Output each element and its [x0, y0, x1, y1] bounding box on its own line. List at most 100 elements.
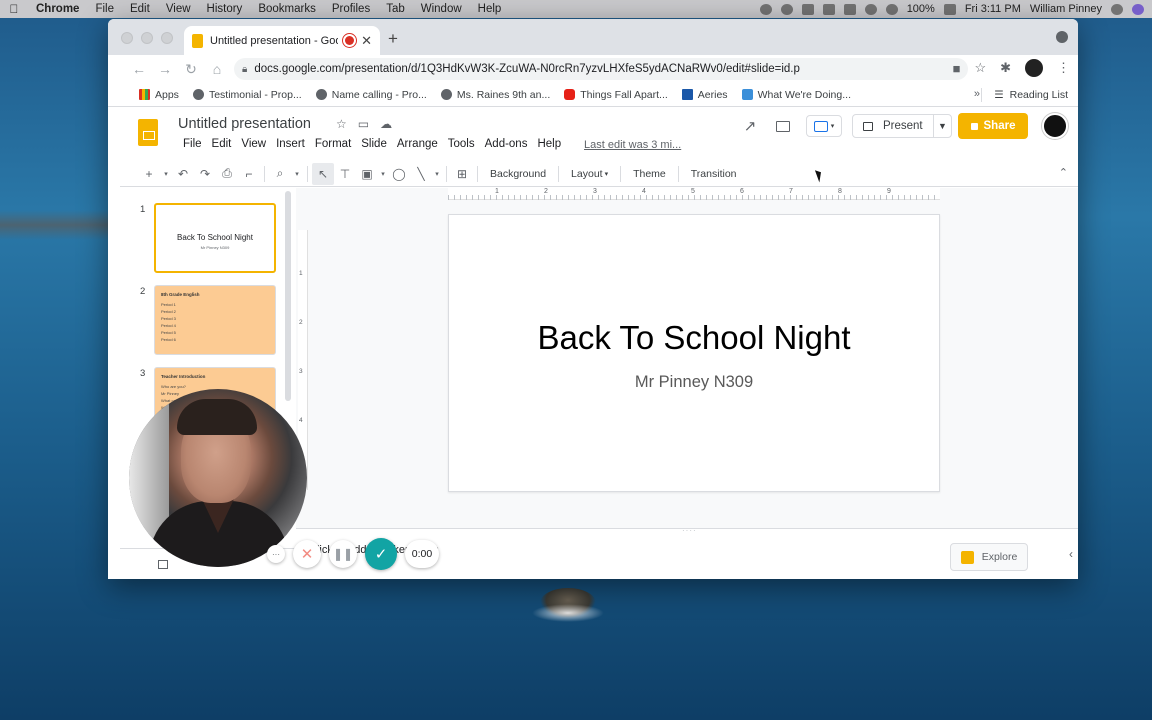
move-folder-icon[interactable]: ▭ — [358, 117, 369, 131]
shape-icon[interactable]: ◯ — [388, 163, 410, 185]
bookmark-name-calling[interactable]: Name calling - Pro... — [309, 89, 434, 101]
image-icon[interactable]: ▣ — [356, 163, 378, 185]
line-dropdown-icon[interactable]: ▾ — [432, 163, 442, 185]
bookmark-star-icon[interactable]: ☆ — [974, 60, 986, 76]
new-slide-dropdown-icon[interactable]: ▾ — [160, 163, 172, 185]
reload-icon[interactable]: ↻ — [178, 61, 204, 78]
slide-subtitle[interactable]: Mr Pinney N309 — [449, 373, 939, 392]
bookmark-ms-raines[interactable]: Ms. Raines 9th an... — [434, 89, 557, 101]
home-icon[interactable]: ⌂ — [204, 61, 230, 77]
profile-avatar[interactable] — [1025, 59, 1043, 77]
new-slide-icon[interactable]: + — [138, 163, 160, 185]
bookmark-what-were-doing[interactable]: What We're Doing... — [735, 89, 858, 101]
background-button[interactable]: Background — [482, 163, 554, 185]
menu-arrange[interactable]: Arrange — [392, 138, 443, 150]
menu-slide[interactable]: Slide — [356, 138, 392, 150]
shield-icon[interactable] — [843, 3, 856, 15]
menubar-history[interactable]: History — [199, 3, 251, 15]
microphone-icon[interactable] — [759, 3, 772, 15]
select-cursor-icon[interactable]: ↖ — [312, 162, 334, 185]
slide-thumbnail-2[interactable]: 8th Grade English Period 1 Period 2 Peri… — [154, 285, 276, 355]
theme-button[interactable]: Theme — [625, 163, 674, 185]
dropbox-icon[interactable] — [822, 3, 835, 15]
tab-search-icon[interactable] — [1056, 31, 1068, 43]
paint-format-icon[interactable]: ⌐ — [238, 163, 260, 185]
reading-list-button[interactable]: ☰ Reading List — [981, 88, 1068, 102]
explore-button[interactable]: Explore — [950, 543, 1028, 571]
cloud-status-icon[interactable]: ☁ — [380, 117, 392, 131]
undo-icon[interactable]: ↶ — [172, 163, 194, 185]
menubar-user[interactable]: William Pinney — [1030, 3, 1102, 15]
horizontal-ruler[interactable]: 1 2 3 4 5 6 7 8 9 — [448, 188, 940, 200]
star-icon[interactable]: ☆ — [336, 117, 347, 131]
bluetooth-icon[interactable] — [864, 3, 877, 15]
text-box-icon[interactable]: ⊤ — [334, 163, 356, 185]
menu-tools[interactable]: Tools — [443, 138, 480, 150]
layout-button[interactable]: Layout ▾ — [563, 163, 616, 185]
meet-present-button[interactable]: ▾ — [806, 115, 842, 137]
menubar-window[interactable]: Window — [413, 3, 470, 15]
comment-history-icon[interactable] — [776, 120, 790, 132]
bookmark-apps[interactable]: Apps — [132, 89, 186, 101]
menubar-tab[interactable]: Tab — [378, 3, 413, 15]
kebab-menu-icon[interactable]: ⋮ — [1057, 60, 1070, 76]
filmstrip-scrollbar[interactable] — [285, 191, 291, 401]
back-icon[interactable]: ← — [126, 61, 152, 77]
menu-edit[interactable]: Edit — [207, 138, 237, 150]
lock-icon[interactable]: 🔒︎ — [242, 64, 247, 75]
cancel-recording-icon[interactable]: ✕ — [293, 540, 321, 568]
document-title[interactable]: Untitled presentation — [178, 116, 311, 132]
creative-cloud-icon[interactable] — [780, 3, 793, 15]
tools-icon[interactable] — [801, 3, 814, 15]
zoom-window-button[interactable] — [161, 32, 173, 44]
menubar-clock[interactable]: Fri 3:11 PM — [965, 3, 1021, 15]
activity-trend-icon[interactable]: ↗ — [730, 117, 770, 135]
print-icon[interactable]: ⎙ — [216, 163, 238, 185]
more-options-icon[interactable]: ··· — [267, 545, 285, 563]
battery-icon[interactable] — [943, 3, 956, 15]
menubar-view[interactable]: View — [158, 3, 199, 15]
line-icon[interactable]: ╲ — [410, 163, 432, 185]
side-panel-chevron-icon[interactable]: ‹ — [1069, 547, 1073, 561]
current-slide[interactable]: Back To School Night Mr Pinney N309 — [448, 214, 940, 492]
extensions-icon[interactable]: ✱ — [1000, 60, 1011, 76]
menu-format[interactable]: Format — [310, 138, 356, 150]
account-avatar[interactable] — [1042, 113, 1068, 139]
share-button[interactable]: Share — [958, 113, 1028, 139]
close-window-button[interactable] — [121, 32, 133, 44]
pause-recording-icon[interactable]: ❚❚ — [329, 540, 357, 568]
forward-icon[interactable]: → — [152, 61, 178, 77]
battery-percent[interactable]: 100% — [907, 3, 935, 15]
menu-view[interactable]: View — [236, 138, 271, 150]
menubar-bookmarks[interactable]: Bookmarks — [250, 3, 324, 15]
siri-icon[interactable] — [1132, 3, 1144, 15]
new-tab-button[interactable]: + — [388, 29, 398, 49]
slides-logo[interactable] — [138, 119, 158, 146]
menubar-app-name[interactable]: Chrome — [28, 3, 87, 15]
transition-button[interactable]: Transition — [683, 163, 745, 185]
menu-add-ons[interactable]: Add-ons — [480, 138, 533, 150]
bookmark-things-fall-apart[interactable]: Things Fall Apart... — [557, 89, 675, 101]
camera-icon[interactable]: ■ — [953, 61, 961, 76]
slide-title[interactable]: Back To School Night — [449, 319, 939, 357]
menu-help[interactable]: Help — [532, 138, 566, 150]
add-comment-icon[interactable]: ⊞ — [451, 163, 473, 185]
finish-recording-icon[interactable]: ✓ — [365, 538, 397, 570]
last-edit-link[interactable]: Last edit was 3 mi... — [584, 139, 681, 151]
menu-file[interactable]: File — [178, 138, 207, 150]
image-dropdown-icon[interactable]: ▾ — [378, 163, 388, 185]
address-bar[interactable]: 🔒︎ docs.google.com/presentation/d/1Q3HdK… — [234, 58, 968, 80]
close-tab-icon[interactable]: ✕ — [361, 33, 372, 49]
redo-icon[interactable]: ↷ — [194, 163, 216, 185]
menubar-edit[interactable]: Edit — [122, 3, 158, 15]
present-dropdown-icon[interactable]: ▼ — [933, 114, 951, 138]
zoom-dropdown-icon[interactable]: ▾ — [291, 163, 303, 185]
menubar-file[interactable]: File — [87, 3, 122, 15]
collapse-menus-icon[interactable]: ⌃ — [1059, 166, 1068, 179]
bookmark-testimonial[interactable]: Testimonial - Prop... — [186, 89, 309, 101]
notes-resize-handle[interactable]: ···· — [682, 526, 697, 535]
zoom-icon[interactable]: ⌕ — [269, 163, 291, 185]
wifi-icon[interactable] — [885, 3, 898, 15]
bookmark-aeries[interactable]: Aeries — [675, 89, 735, 101]
present-button[interactable]: Present ▼ — [852, 114, 952, 138]
